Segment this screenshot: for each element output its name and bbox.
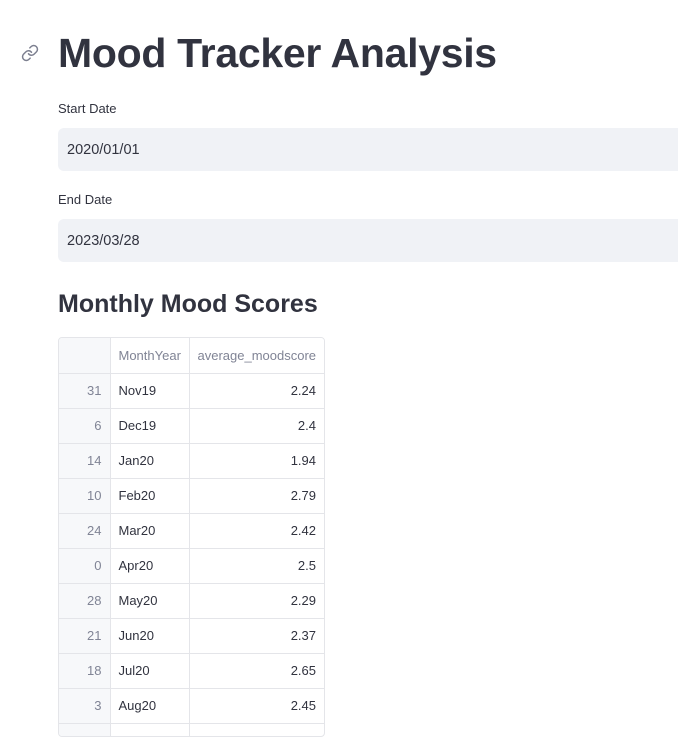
row-index-cell[interactable]: 28 xyxy=(59,583,111,619)
table-row xyxy=(59,723,324,736)
table-row: 24 Mar20 2.42 xyxy=(59,513,324,549)
row-index-cell[interactable]: 0 xyxy=(59,548,111,584)
moodscore-cell[interactable]: 2.5 xyxy=(189,548,324,584)
table-row: 18 Jul20 2.65 xyxy=(59,653,324,689)
row-index-cell[interactable]: 31 xyxy=(59,373,111,409)
monthyear-cell[interactable]: Jan20 xyxy=(110,443,190,479)
end-date-input[interactable] xyxy=(58,219,678,262)
empty-cell xyxy=(110,723,190,736)
empty-cell xyxy=(189,723,324,736)
monthyear-column-header[interactable]: MonthYear xyxy=(110,338,190,374)
monthyear-cell[interactable]: May20 xyxy=(110,583,190,619)
monthyear-cell[interactable]: Dec19 xyxy=(110,408,190,444)
table-row: 6 Dec19 2.4 xyxy=(59,408,324,444)
index-column-header[interactable] xyxy=(59,338,111,374)
row-index-cell[interactable]: 14 xyxy=(59,443,111,479)
start-date-input[interactable] xyxy=(58,128,678,171)
table-header-row: MonthYear average_moodscore xyxy=(59,338,324,374)
monthyear-cell[interactable]: Feb20 xyxy=(110,478,190,514)
page-title: Mood Tracker Analysis xyxy=(58,30,497,76)
row-index-cell[interactable]: 6 xyxy=(59,408,111,444)
monthyear-cell[interactable]: Nov19 xyxy=(110,373,190,409)
row-index-cell[interactable]: 3 xyxy=(59,688,111,724)
table-row: 14 Jan20 1.94 xyxy=(59,443,324,479)
moodscore-cell[interactable]: 2.79 xyxy=(189,478,324,514)
table-row: 31 Nov19 2.24 xyxy=(59,373,324,409)
table-row: 3 Aug20 2.45 xyxy=(59,688,324,724)
row-index-cell[interactable]: 18 xyxy=(59,653,111,689)
section-heading: Monthly Mood Scores xyxy=(58,290,318,318)
link-icon[interactable] xyxy=(21,44,39,62)
moodscore-cell[interactable]: 2.24 xyxy=(189,373,324,409)
moodscore-cell[interactable]: 2.37 xyxy=(189,618,324,654)
row-index-cell[interactable]: 21 xyxy=(59,618,111,654)
row-index-cell[interactable]: 24 xyxy=(59,513,111,549)
moodscore-cell[interactable]: 2.29 xyxy=(189,583,324,619)
table-row: 10 Feb20 2.79 xyxy=(59,478,324,514)
moodscore-cell[interactable]: 1.94 xyxy=(189,443,324,479)
moodscore-cell[interactable]: 2.45 xyxy=(189,688,324,724)
moodscore-cell[interactable]: 2.65 xyxy=(189,653,324,689)
moodscore-cell[interactable]: 2.42 xyxy=(189,513,324,549)
monthyear-cell[interactable]: Aug20 xyxy=(110,688,190,724)
monthyear-cell[interactable]: Jun20 xyxy=(110,618,190,654)
monthyear-cell[interactable]: Mar20 xyxy=(110,513,190,549)
moodscore-cell[interactable]: 2.4 xyxy=(189,408,324,444)
table-row: 28 May20 2.29 xyxy=(59,583,324,619)
average-moodscore-column-header[interactable]: average_moodscore xyxy=(189,338,324,374)
monthyear-cell[interactable]: Jul20 xyxy=(110,653,190,689)
monthyear-cell[interactable]: Apr20 xyxy=(110,548,190,584)
start-date-label: Start Date xyxy=(58,101,117,116)
table-row: 0 Apr20 2.5 xyxy=(59,548,324,584)
end-date-label: End Date xyxy=(58,192,113,207)
mood-scores-table[interactable]: MonthYear average_moodscore 31 Nov19 2.24 6… xyxy=(58,337,325,737)
row-index-cell[interactable]: 10 xyxy=(59,478,111,514)
empty-cell xyxy=(59,723,111,736)
table-row: 21 Jun20 2.37 xyxy=(59,618,324,654)
